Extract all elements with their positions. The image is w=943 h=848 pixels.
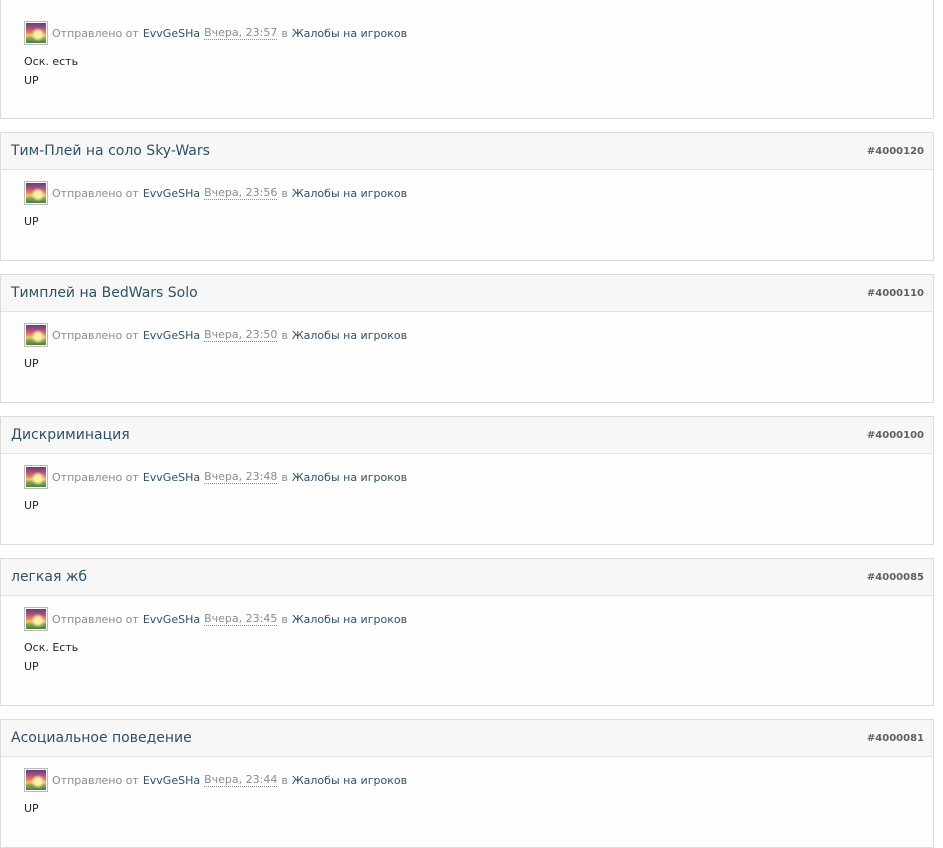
post-meta: Отправлено от EvvGeSHa Вчера, 23:57 в Жа… [24, 21, 933, 45]
post-text: Оск. есть UP [24, 52, 933, 90]
avatar[interactable] [24, 607, 48, 631]
in-label: в [281, 773, 288, 787]
post-meta: Отправлено от EvvGeSHa Вчера, 23:56 в Жа… [24, 181, 933, 205]
in-label: в [281, 612, 288, 626]
thread-title-link[interactable]: легкая жб [11, 569, 87, 585]
forum-link[interactable]: Жалобы на игроков [292, 613, 407, 626]
post-card: Тимплей на BedWars Solo #4000110 Отправл… [0, 274, 934, 403]
post-body: Отправлено от EvvGeSHa Вчера, 23:56 в Жа… [1, 170, 933, 231]
sent-label: Отправлено от [52, 773, 139, 787]
post-meta: Отправлено от EvvGeSHa Вчера, 23:44 в Жа… [24, 768, 933, 792]
post-text: UP [24, 354, 933, 373]
author-link[interactable]: EvvGeSHa [143, 187, 200, 200]
post-line: Оск. Есть [24, 641, 79, 654]
post-header: Тим-Плей на соло Sky-Wars #4000120 [1, 133, 933, 170]
post-card: легкая жб #4000085 Отправлено от EvvGeSH… [0, 558, 934, 706]
post-time: Вчера, 23:56 [204, 185, 278, 200]
in-label: в [281, 26, 288, 40]
post-line: UP [24, 499, 39, 512]
post-text: UP [24, 496, 933, 515]
sent-label: Отправлено от [52, 328, 139, 342]
forum-link[interactable]: Жалобы на игроков [292, 329, 407, 342]
post-text: UP [24, 799, 933, 818]
avatar[interactable] [24, 181, 48, 205]
post-id-link[interactable]: #4000120 [867, 146, 924, 157]
avatar-image [26, 770, 46, 790]
sent-label: Отправлено от [52, 612, 139, 626]
in-label: в [281, 470, 288, 484]
author-link[interactable]: EvvGeSHa [143, 329, 200, 342]
post-header: легкая жб #4000085 [1, 559, 933, 596]
post-line: UP [24, 215, 39, 228]
post-meta: Отправлено от EvvGeSHa Вчера, 23:50 в Жа… [24, 323, 933, 347]
post-meta: Отправлено от EvvGeSHa Вчера, 23:45 в Жа… [24, 607, 933, 631]
post-body: Отправлено от EvvGeSHa Вчера, 23:57 в Жа… [1, 0, 933, 90]
thread-title-link[interactable]: Асоциальное поведение [11, 730, 192, 746]
post-id-link[interactable]: #4000100 [867, 430, 924, 441]
avatar-image [26, 325, 46, 345]
avatar-image [26, 467, 46, 487]
post-card: Асоциальное поведение #4000081 Отправлен… [0, 719, 934, 848]
forum-link[interactable]: Жалобы на игроков [292, 774, 407, 787]
post-time: Вчера, 23:48 [204, 469, 278, 484]
post-line: UP [24, 660, 39, 673]
avatar[interactable] [24, 323, 48, 347]
post-time: Вчера, 23:57 [204, 25, 278, 40]
search-results: Отправлено от EvvGeSHa Вчера, 23:57 в Жа… [0, 0, 943, 848]
in-label: в [281, 186, 288, 200]
avatar-image [26, 609, 46, 629]
post-body: Отправлено от EvvGeSHa Вчера, 23:44 в Жа… [1, 757, 933, 818]
post-body: Отправлено от EvvGeSHa Вчера, 23:45 в Жа… [1, 596, 933, 676]
post-card: Тим-Плей на соло Sky-Wars #4000120 Отпра… [0, 132, 934, 261]
avatar[interactable] [24, 768, 48, 792]
forum-link[interactable]: Жалобы на игроков [292, 187, 407, 200]
post-id-link[interactable]: #4000081 [867, 733, 924, 744]
avatar-image [26, 23, 46, 43]
author-link[interactable]: EvvGeSHa [143, 613, 200, 626]
post-body: Отправлено от EvvGeSHa Вчера, 23:50 в Жа… [1, 312, 933, 373]
avatar-image [26, 183, 46, 203]
post-card: Дискриминация #4000100 Отправлено от Evv… [0, 416, 934, 545]
post-line: UP [24, 357, 39, 370]
author-link[interactable]: EvvGeSHa [143, 774, 200, 787]
sent-label: Отправлено от [52, 186, 139, 200]
sent-label: Отправлено от [52, 26, 139, 40]
thread-title-link[interactable]: Дискриминация [11, 427, 130, 443]
forum-link[interactable]: Жалобы на игроков [292, 471, 407, 484]
post-header: Дискриминация #4000100 [1, 417, 933, 454]
thread-title-link[interactable]: Тим-Плей на соло Sky-Wars [11, 143, 210, 159]
post-id-link[interactable]: #4000110 [867, 288, 924, 299]
post-card: Отправлено от EvvGeSHa Вчера, 23:57 в Жа… [0, 0, 934, 119]
author-link[interactable]: EvvGeSHa [143, 471, 200, 484]
forum-link[interactable]: Жалобы на игроков [292, 27, 407, 40]
in-label: в [281, 328, 288, 342]
post-line: Оск. есть [24, 55, 79, 68]
thread-title-link[interactable]: Тимплей на BedWars Solo [11, 285, 198, 301]
post-time: Вчера, 23:50 [204, 327, 278, 342]
sent-label: Отправлено от [52, 470, 139, 484]
post-meta: Отправлено от EvvGeSHa Вчера, 23:48 в Жа… [24, 465, 933, 489]
author-link[interactable]: EvvGeSHa [143, 27, 200, 40]
post-text: Оск. Есть UP [24, 638, 933, 676]
post-body: Отправлено от EvvGeSHa Вчера, 23:48 в Жа… [1, 454, 933, 515]
post-time: Вчера, 23:45 [204, 611, 278, 626]
avatar[interactable] [24, 21, 48, 45]
post-header: Асоциальное поведение #4000081 [1, 720, 933, 757]
post-line: UP [24, 74, 39, 87]
avatar[interactable] [24, 465, 48, 489]
post-text: UP [24, 212, 933, 231]
post-header: Тимплей на BedWars Solo #4000110 [1, 275, 933, 312]
post-time: Вчера, 23:44 [204, 772, 278, 787]
post-id-link[interactable]: #4000085 [867, 572, 924, 583]
post-line: UP [24, 802, 39, 815]
